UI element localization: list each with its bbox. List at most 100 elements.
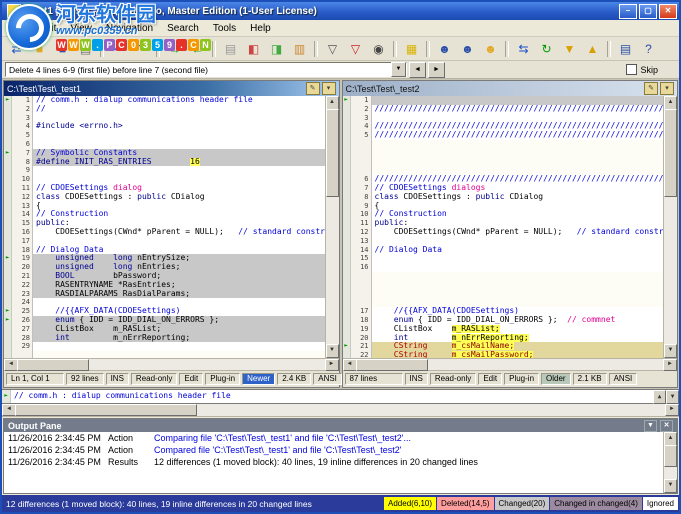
scroll-up-icon[interactable]: ▲ — [664, 432, 677, 446]
code-line[interactable]: 20 unsigned long nEntries; — [4, 263, 325, 272]
prev-file-icon[interactable]: ▲ — [582, 39, 603, 59]
show-deleted-icon[interactable]: ◧ — [243, 39, 264, 59]
code-line[interactable]: 4///////////////////////////////////////… — [343, 122, 664, 131]
output-scroll-thumb[interactable] — [664, 445, 677, 467]
maximize-button[interactable]: ▢ — [639, 4, 657, 19]
code-line[interactable]: 27 CListBox m_RASList; — [4, 325, 325, 334]
code-line[interactable]: 11// CDOESettings dialog — [4, 184, 325, 193]
pin-icon[interactable]: ▼ — [644, 420, 657, 432]
code-line[interactable]: ►7// Symbolic Constants — [4, 149, 325, 158]
code-line[interactable]: 10 — [4, 175, 325, 184]
scroll-right-icon[interactable]: ► — [665, 404, 679, 416]
code-line[interactable] — [343, 158, 664, 167]
code-line[interactable]: 12class CDOESettings : public CDialog — [4, 193, 325, 202]
refresh-icon[interactable]: ↻ — [536, 39, 557, 59]
code-line[interactable]: 16 — [343, 263, 664, 272]
right-horizontal-scrollbar[interactable]: ◄ ► — [343, 358, 678, 370]
code-line[interactable]: ►19 unsigned long nEntrySize; — [4, 254, 325, 263]
sessions-icon[interactable]: ☻ — [480, 39, 501, 59]
code-line[interactable]: ►26 enum { IDD = IDD_DIAL_ON_ERRORS }; — [4, 316, 325, 325]
chevron-down-icon[interactable]: ▼ — [391, 62, 406, 77]
menu-item[interactable]: Search — [160, 22, 206, 35]
scroll-left-icon[interactable]: ◄ — [343, 359, 357, 371]
code-line[interactable]: 3 — [4, 114, 325, 123]
code-line[interactable]: 21 BOOL bPassword; — [4, 272, 325, 281]
code-line[interactable] — [343, 140, 664, 149]
code-line[interactable]: 15public: — [4, 219, 325, 228]
right-pane-menu-icon[interactable]: ▾ — [660, 82, 674, 95]
output-vertical-scrollbar[interactable]: ▲ ▼ — [663, 432, 677, 493]
code-line[interactable]: ►21 CString m_csMailName; — [343, 342, 664, 351]
preview-horizontal-scrollbar[interactable]: ◄ ► — [2, 404, 679, 417]
code-line[interactable]: 16 CDOESettings(CWnd* pParent = NULL); /… — [4, 228, 325, 237]
code-line[interactable]: ►25 //{{AFX_DATA(CDOESettings) — [4, 307, 325, 316]
code-line[interactable]: 8#define INIT_RAS_ENTRIES 16 — [4, 158, 325, 167]
left-horizontal-scrollbar[interactable]: ◄ ► — [4, 358, 339, 370]
compare-icon[interactable]: ⇄ — [6, 39, 27, 59]
scroll-right-icon[interactable]: ► — [663, 359, 677, 371]
code-line[interactable] — [4, 351, 325, 358]
code-line[interactable]: 23 RASDIALPARAMS RasDialParams; — [4, 290, 325, 299]
scroll-down-icon[interactable]: ▼ — [326, 344, 339, 358]
code-line[interactable]: 28 int m_nErrReporting; — [4, 334, 325, 343]
current-difference-combo[interactable]: Delete 4 lines 6-9 (first file) before l… — [5, 62, 407, 77]
scroll-left-icon[interactable]: ◄ — [2, 404, 16, 416]
code-line[interactable]: 11public: — [343, 219, 664, 228]
scroll-right-icon[interactable]: ► — [325, 359, 339, 371]
code-line[interactable]: 10// Construction — [343, 210, 664, 219]
ignore-filter-icon[interactable]: ▽ — [345, 39, 366, 59]
save-icon[interactable]: ■ — [52, 39, 73, 59]
search-icon[interactable]: ◉ — [368, 39, 389, 59]
right-edit-file-icon[interactable]: ✎ — [644, 82, 658, 95]
code-line[interactable]: 6///////////////////////////////////////… — [343, 175, 664, 184]
code-line[interactable]: 5///////////////////////////////////////… — [343, 131, 664, 140]
code-line[interactable]: 9 — [4, 166, 325, 175]
left-pane-menu-icon[interactable]: ▾ — [322, 82, 336, 95]
current-line-preview[interactable]: ► // comm.h : dialup communications head… — [2, 389, 679, 404]
code-line[interactable]: 17 //{{AFX_DATA(CDOESettings) — [343, 307, 664, 316]
code-line[interactable]: 14// Dialog Data — [343, 246, 664, 255]
menu-item[interactable]: Edit — [32, 22, 63, 35]
preview-hscroll-thumb[interactable] — [15, 404, 197, 416]
skip-checkbox[interactable] — [626, 64, 637, 75]
code-line[interactable]: 18// Dialog Data — [4, 246, 325, 255]
options-icon[interactable]: ▦ — [401, 39, 422, 59]
code-line[interactable]: 24 — [4, 298, 325, 307]
code-line[interactable]: 7// CDOESettings dialogs — [343, 184, 664, 193]
code-line[interactable]: 19 CListBox m_RASList; — [343, 325, 664, 334]
scroll-up-icon[interactable]: ▲ — [326, 96, 339, 110]
report-icon[interactable]: ▤ — [615, 39, 636, 59]
log-row[interactable]: 11/26/2016 2:34:45 PM Results 12 differe… — [4, 456, 663, 468]
copy-diff-right-button[interactable]: ► — [428, 62, 445, 78]
left-pane-header[interactable]: C:\Test\Test\_test1 ✎ ▾ — [4, 81, 339, 96]
show-identical-icon[interactable]: ▤ — [220, 39, 241, 59]
code-line[interactable]: 14// Construction — [4, 210, 325, 219]
code-line[interactable]: 13 — [343, 237, 664, 246]
help-icon[interactable]: ? — [638, 39, 659, 59]
menu-item[interactable]: View — [63, 22, 99, 35]
left-vertical-scrollbar[interactable]: ▲ ▼ — [325, 96, 339, 358]
right-pane-header[interactable]: C:\Test\Test\_test2 ✎ ▾ — [343, 81, 678, 96]
code-line[interactable]: 2///////////////////////////////////////… — [343, 105, 664, 114]
code-line[interactable] — [343, 298, 664, 307]
swap-panes-icon[interactable]: ⇆ — [513, 39, 534, 59]
code-line[interactable] — [343, 290, 664, 299]
code-line[interactable] — [343, 149, 664, 158]
left-scroll-thumb[interactable] — [326, 109, 339, 197]
redo-icon[interactable]: ↷ — [131, 39, 152, 59]
code-line[interactable]: 17 — [4, 237, 325, 246]
left-edit-file-icon[interactable]: ✎ — [306, 82, 320, 95]
scroll-left-icon[interactable]: ◄ — [4, 359, 18, 371]
code-line[interactable]: 15 — [343, 254, 664, 263]
log-row[interactable]: 11/26/2016 2:34:45 PM Action Compared fi… — [4, 444, 663, 456]
code-line[interactable]: 22 CString m_csMailPassword; — [343, 351, 664, 358]
code-line[interactable] — [343, 281, 664, 290]
right-hscroll-thumb[interactable] — [356, 359, 428, 371]
filter-icon[interactable]: ▽ — [322, 39, 343, 59]
scroll-down-icon[interactable]: ▼ — [664, 344, 677, 358]
code-line[interactable]: 29 — [4, 342, 325, 351]
menu-item[interactable]: Navigation — [99, 22, 160, 35]
scroll-up-icon[interactable]: ▲ — [664, 96, 677, 110]
compare-dirs-icon[interactable]: ☻ — [434, 39, 455, 59]
next-diff-icon[interactable]: → — [164, 39, 185, 59]
